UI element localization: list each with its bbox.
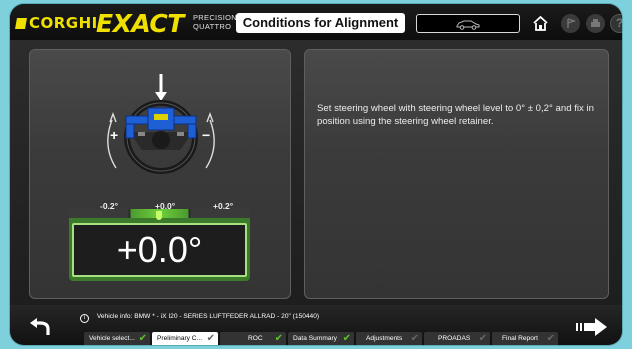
back-arrow-icon [30,318,50,335]
instruction-panel: Set steering wheel with steering wheel l… [304,49,609,299]
product-subtitle: PRECISION QUATTRO [193,13,237,31]
minus-label: − [202,127,211,143]
check-icon: ✔ [478,333,487,344]
steering-gauge: +0.0° [69,209,250,281]
check-icon: ✔ [410,333,419,344]
help-icon[interactable]: ? [610,14,622,33]
gauge-pointer [156,211,162,220]
instruction-text: Set steering wheel with steering wheel l… [317,103,594,127]
step-final-report[interactable]: Final Report ✔ [492,332,558,345]
info-icon: i [80,314,89,323]
home-icon[interactable] [531,14,550,33]
top-bar: CORGHI EXACT PRECISION QUATTRO Condition… [10,4,622,40]
check-icon: ✔ [342,333,351,344]
vehicle-info-label: Vehicle info: [96,313,133,320]
check-icon: ✔ [274,333,283,344]
step-adjustments[interactable]: Adjustments ✔ [356,332,422,345]
step-vehicle-select[interactable]: Vehicle select... ✔ [84,332,150,345]
step-roc[interactable]: ROC ✔ [220,332,286,345]
bottom-bar: i Vehicle info: BMW * - iX I20 - SERIES … [10,305,622,345]
check-icon: ✔ [138,333,147,344]
brand-logo: CORGHI [15,14,98,32]
forward-arrow-icon [576,318,607,336]
steering-angle-readout: +0.0° [72,223,247,277]
step-data-summary[interactable]: Data Summary ✔ [288,332,354,345]
back-button[interactable] [28,317,52,337]
app-window: CORGHI EXACT PRECISION QUATTRO Condition… [10,4,622,345]
vehicle-box[interactable] [416,14,520,33]
check-icon: ✔ [546,333,555,344]
check-icon: ✔ [206,333,215,344]
next-button[interactable] [574,317,610,337]
plus-label: + [110,127,119,143]
flag-icon[interactable] [561,14,580,33]
step-preliminary-checks[interactable]: Preliminary C... ✔ [152,332,218,345]
print-icon[interactable] [586,14,605,33]
product-logo: EXACT [96,9,184,38]
step-proadas[interactable]: PROADAS ✔ [424,332,490,345]
vehicle-info-value: BMW * - iX I20 - SERIES LUFTFEDER ALLRAD… [134,313,320,320]
vehicle-info: i Vehicle info: BMW * - iX I20 - SERIES … [80,313,319,323]
steering-wheel-icon [107,74,215,174]
page-title: Conditions for Alignment [236,13,405,33]
car-icon [456,20,480,30]
